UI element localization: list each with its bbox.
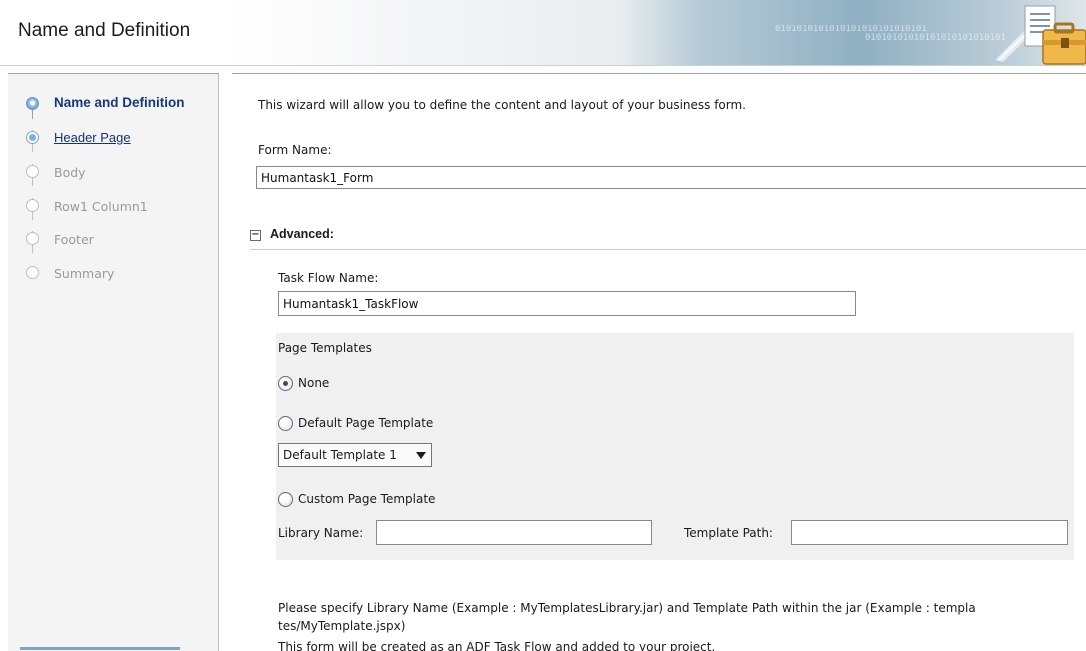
step-disabled-icon xyxy=(26,165,39,178)
task-flow-name-input[interactable] xyxy=(278,291,856,316)
step-disabled-icon xyxy=(26,266,39,279)
binary-text-line-2: 0101010101010101010101010101 xyxy=(865,33,1005,43)
form-name-input[interactable] xyxy=(256,166,1086,189)
train-step-label: Body xyxy=(54,165,86,180)
radio-none[interactable]: None xyxy=(278,374,329,392)
step-disabled-icon xyxy=(26,199,39,212)
form-name-label: Form Name: xyxy=(258,143,332,157)
train-step-label: Name and Definition xyxy=(54,95,185,110)
step-link-icon xyxy=(26,131,39,144)
page-title: Name and Definition xyxy=(18,20,191,41)
train-step-name-and-definition: Name and Definition xyxy=(8,93,218,115)
footer-note: This form will be created as an ADF Task… xyxy=(278,640,716,651)
train-step-label: Summary xyxy=(54,266,115,281)
train-step-summary: Summary xyxy=(8,262,218,284)
advanced-title[interactable]: Advanced: xyxy=(270,227,334,241)
template-path-input[interactable] xyxy=(791,520,1068,545)
current-step-icon xyxy=(26,97,39,110)
task-flow-name-label: Task Flow Name: xyxy=(278,271,379,285)
radio-label[interactable]: Default Page Template xyxy=(298,416,433,430)
radio-label[interactable]: None xyxy=(298,376,329,390)
sidebar-scroll-indicator xyxy=(20,647,180,650)
train-step-label[interactable]: Header Page xyxy=(54,130,131,145)
collapse-icon[interactable]: − xyxy=(250,230,261,241)
radio-custom-page-template[interactable]: Custom Page Template xyxy=(278,490,435,508)
briefcase-document-icon xyxy=(995,5,1086,65)
intro-text: This wizard will allow you to define the… xyxy=(258,98,746,112)
library-name-label: Library Name: xyxy=(278,526,364,540)
page-templates-title: Page Templates xyxy=(278,341,372,355)
wizard-train-sidebar: Name and Definition Header Page Body Row… xyxy=(8,73,219,651)
train-step-body: Body xyxy=(8,161,218,183)
train-step-footer: Footer xyxy=(8,228,218,250)
page-templates-panel: Page Templates None Default Page Templat… xyxy=(276,333,1074,560)
train-step-label: Row1 Column1 xyxy=(54,199,148,214)
default-template-select[interactable]: Default Template 1 xyxy=(278,443,432,467)
library-name-input[interactable] xyxy=(376,520,652,545)
step-disabled-icon xyxy=(26,232,39,245)
radio-button[interactable] xyxy=(278,415,293,431)
radio-label[interactable]: Custom Page Template xyxy=(298,492,435,506)
template-path-label: Template Path: xyxy=(684,526,773,540)
radio-button[interactable] xyxy=(278,375,293,391)
train-step-label: Footer xyxy=(54,232,94,247)
advanced-section-header[interactable]: − Advanced: xyxy=(250,226,1086,250)
wizard-header: Name and Definition 01010101010101010101… xyxy=(0,0,1086,66)
wizard-content: This wizard will allow you to define the… xyxy=(232,73,1086,651)
radio-default-page-template[interactable]: Default Page Template xyxy=(278,414,433,432)
dropdown-arrow-icon xyxy=(416,452,426,459)
train-step-row1-column1: Row1 Column1 xyxy=(8,195,218,217)
radio-button[interactable] xyxy=(278,491,293,507)
select-value: Default Template 1 xyxy=(283,448,397,462)
binary-decoration: 0101010101010101010101010101 01010101010… xyxy=(775,25,1005,55)
train-step-header-page[interactable]: Header Page xyxy=(8,127,218,149)
template-help-text: Please specify Library Name (Example : M… xyxy=(278,601,976,633)
